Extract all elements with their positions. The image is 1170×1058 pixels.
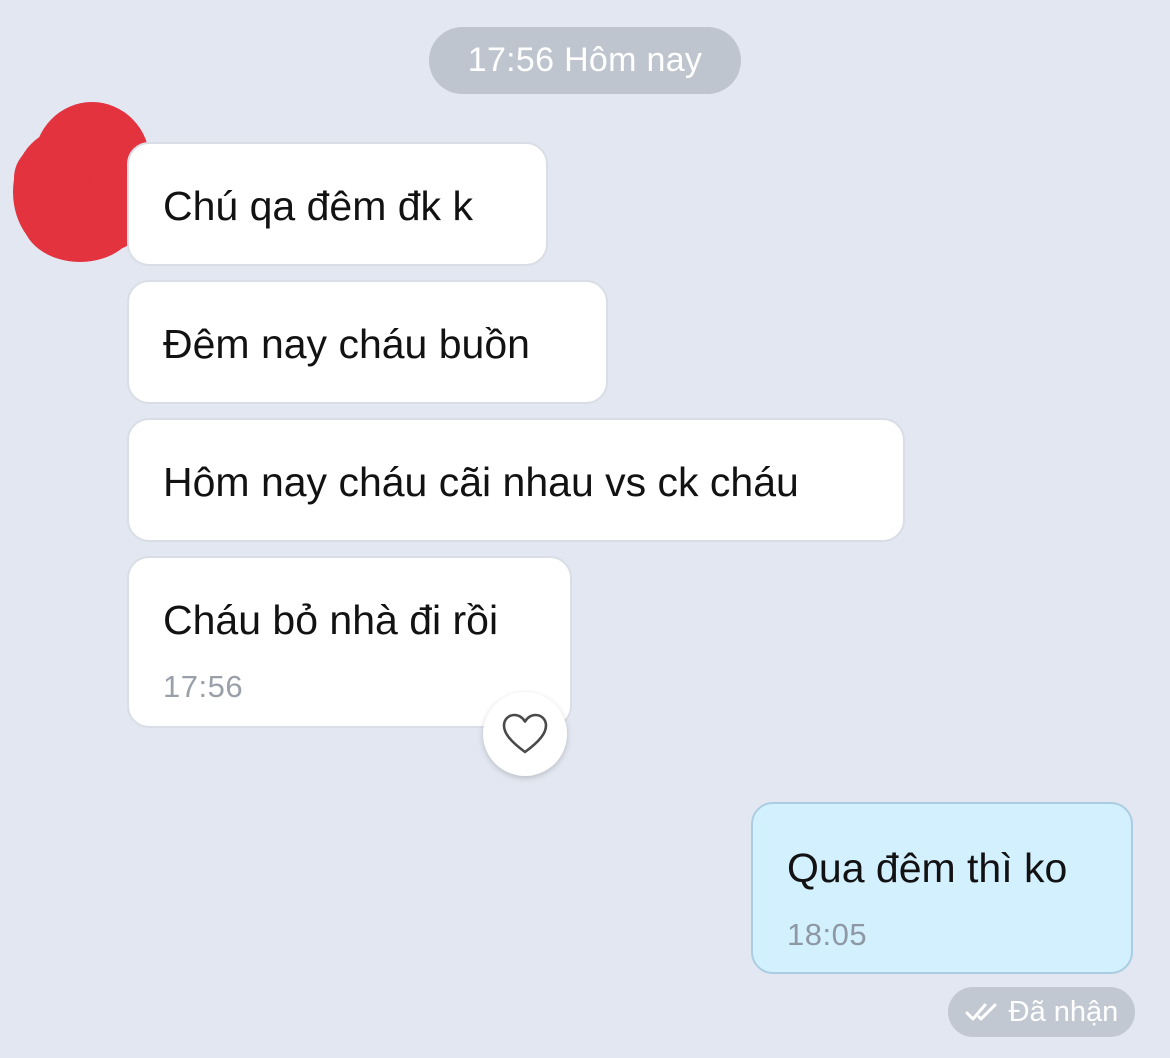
- double-check-icon: [965, 1003, 997, 1021]
- message-text: Đêm nay cháu buồn: [163, 321, 530, 367]
- incoming-message[interactable]: Hôm nay cháu cãi nhau vs ck cháu: [127, 418, 905, 542]
- message-text: Cháu bỏ nhà đi rồi: [163, 597, 499, 643]
- message-text: Chú qa đêm đk k: [163, 183, 473, 229]
- message-timestamp: 17:56: [163, 669, 244, 704]
- react-heart-button[interactable]: [483, 692, 567, 776]
- message-text: Hôm nay cháu cãi nhau vs ck cháu: [163, 459, 799, 505]
- message-text: Qua đêm thì ko: [787, 845, 1068, 891]
- outgoing-message[interactable]: Qua đêm thì ko 18:05: [751, 802, 1133, 974]
- delivery-status-badge: Đã nhận: [948, 987, 1135, 1037]
- heart-outline-icon: [502, 713, 548, 754]
- chat-view: 17:56 Hôm nay Chú qa đêm đk k Đêm nay ch…: [0, 0, 1170, 1058]
- date-separator: 17:56 Hôm nay: [429, 27, 741, 94]
- message-timestamp: 18:05: [787, 917, 868, 952]
- incoming-message[interactable]: Đêm nay cháu buồn: [127, 280, 608, 404]
- delivery-status-label: Đã nhận: [1008, 995, 1119, 1028]
- incoming-message[interactable]: Chú qa đêm đk k: [127, 142, 548, 266]
- date-separator-label: 17:56 Hôm nay: [467, 41, 703, 79]
